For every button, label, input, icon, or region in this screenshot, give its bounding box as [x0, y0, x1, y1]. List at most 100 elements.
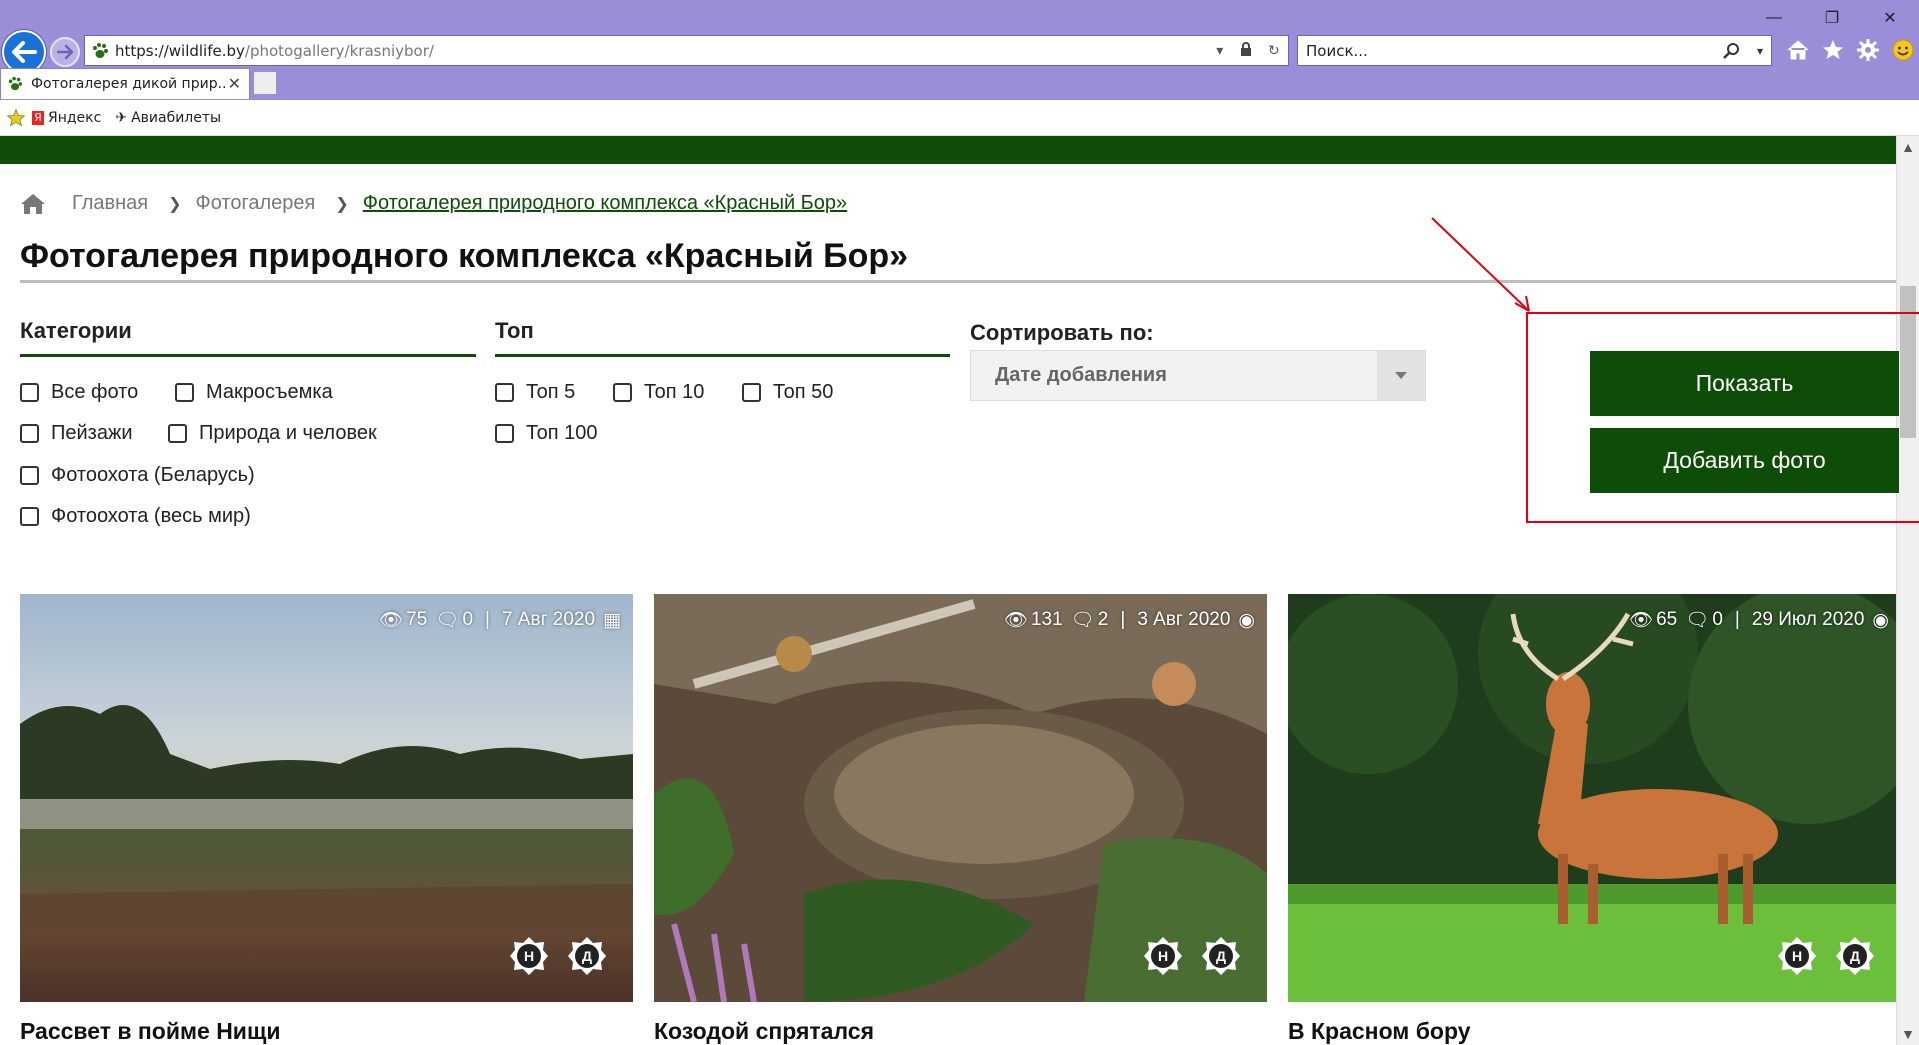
home-toolbar-icon[interactable] — [1785, 36, 1811, 64]
checkbox-label: Фотоохота (Беларусь) — [51, 464, 255, 486]
favorite-label: Авиабилеты — [131, 109, 222, 126]
checkbox-icon[interactable] — [495, 424, 514, 443]
checkbox-icon[interactable] — [20, 383, 39, 402]
sort-selected-value: Дате добавления — [995, 364, 1167, 386]
checkbox-icon[interactable] — [20, 507, 39, 526]
annotation-arrow — [1431, 217, 1530, 312]
add-photo-button[interactable]: Добавить фото — [1590, 428, 1899, 493]
badge-n-icon[interactable]: Н — [509, 936, 549, 976]
home-icon[interactable] — [20, 193, 46, 215]
checkbox-hunt-belarus[interactable]: Фотоохота (Беларусь) — [20, 464, 255, 487]
checkbox-top5[interactable]: Топ 5 — [495, 381, 575, 404]
badge-d-icon[interactable]: Д — [567, 936, 607, 976]
camera-icon: ◉ — [1872, 609, 1889, 631]
smiley-feedback-icon[interactable] — [1890, 36, 1916, 64]
checkbox-label: Пейзажи — [51, 422, 133, 444]
checkbox-label: Топ 50 — [773, 381, 834, 403]
checkbox-hunt-world[interactable]: Фотоохота (весь мир) — [20, 505, 251, 528]
comments-count: 0 — [1712, 609, 1723, 630]
photo-card-2[interactable]: 👁 131 🗨 2 | 3 Авг 2020 ◉ Н Д — [654, 594, 1267, 1002]
arrow-right-icon — [57, 45, 73, 59]
dropdown-icon[interactable]: ▾ — [1216, 42, 1223, 59]
checkbox-macro[interactable]: Макросъемка — [175, 381, 333, 404]
chevron-right-icon: ❯ — [335, 195, 349, 213]
address-bar[interactable]: https://wildlife.by/photogallery/krasniy… — [84, 35, 1289, 66]
search-dropdown-icon[interactable]: ▾ — [1757, 44, 1763, 58]
favorite-label: Яндекс — [48, 109, 102, 126]
checkbox-top100[interactable]: Топ 100 — [495, 422, 598, 445]
photo-badges: Н Д — [509, 936, 607, 976]
paw-tab-icon — [8, 76, 23, 91]
tab-close-icon[interactable]: ✕ — [228, 74, 249, 94]
breadcrumb-gallery[interactable]: Фотогалерея — [196, 192, 316, 215]
checkbox-landscapes[interactable]: Пейзажи — [20, 422, 133, 445]
scroll-down-icon[interactable]: ▼ — [1897, 1023, 1919, 1045]
browser-search-box[interactable]: Поиск... ▾ — [1297, 35, 1772, 66]
settings-gear-icon[interactable] — [1855, 36, 1881, 64]
favorite-link-avia[interactable]: ✈ Авиабилеты — [115, 110, 221, 126]
photo-meta: 👁 75 🗨 0 | 7 Авг 2020 ▦ — [379, 609, 621, 631]
checkbox-icon[interactable] — [20, 466, 39, 485]
scrollbar-thumb[interactable] — [1900, 286, 1916, 438]
favorites-bar: Я Яндекс ✈ Авиабилеты — [0, 100, 1919, 136]
sort-label: Сортировать по: — [970, 320, 1154, 345]
forward-button[interactable] — [50, 37, 80, 67]
checkbox-icon[interactable] — [613, 383, 632, 402]
photo-date: 7 Авг 2020 — [501, 609, 596, 630]
tab-title: Фотогалерея дикой прир... — [31, 76, 228, 92]
checkbox-label: Макросъемка — [206, 381, 333, 403]
scroll-up-icon[interactable]: ▲ — [1897, 136, 1919, 158]
page-title: Фотогалерея природного комплекса «Красны… — [20, 237, 909, 275]
photo-meta: 👁 65 🗨 0 | 29 Июл 2020 ◉ — [1628, 609, 1889, 631]
checkbox-nature-human[interactable]: Природа и человек — [168, 422, 377, 445]
badge-d-letter: Д — [1216, 948, 1226, 964]
close-window-icon[interactable]: ✕ — [1861, 6, 1919, 30]
search-controls: ▾ — [1715, 42, 1771, 60]
sort-select[interactable]: Дате добавления — [970, 350, 1426, 401]
refresh-icon[interactable]: ↻ — [1268, 42, 1280, 59]
checkbox-icon[interactable] — [742, 383, 761, 402]
views-count: 75 — [406, 609, 428, 630]
add-favorite-star-icon[interactable] — [6, 108, 26, 128]
photo-title-2[interactable]: Козодой спрятался — [654, 1018, 874, 1045]
badge-d-icon[interactable]: Д — [1835, 936, 1875, 976]
checkbox-top50[interactable]: Топ 50 — [742, 381, 833, 404]
breadcrumb-current[interactable]: Фотогалерея природного комплекса «Красны… — [363, 192, 847, 215]
search-icon[interactable] — [1723, 42, 1741, 60]
checkbox-icon[interactable] — [175, 383, 194, 402]
checkbox-label: Все фото — [51, 381, 139, 403]
checkbox-top10[interactable]: Топ 10 — [613, 381, 704, 404]
browser-tab-active[interactable]: Фотогалерея дикой прир... ✕ — [0, 68, 250, 99]
breadcrumb: Главная ❯ Фотогалерея ❯ Фотогалерея прир… — [20, 192, 847, 215]
eye-icon: 👁 — [379, 610, 404, 631]
checkbox-label: Фотоохота (весь мир) — [51, 505, 251, 527]
eye-icon: 👁 — [1628, 610, 1654, 631]
checkbox-icon[interactable] — [495, 383, 514, 402]
categories-heading: Категории — [20, 318, 476, 357]
show-button[interactable]: Показать — [1590, 351, 1899, 416]
checkbox-icon[interactable] — [20, 424, 39, 443]
photo-title-3[interactable]: В Красном бору — [1288, 1018, 1471, 1045]
photo-title-1[interactable]: Рассвет в пойме Нищи — [20, 1018, 281, 1045]
favorite-link-yandex[interactable]: Я Яндекс — [32, 110, 101, 126]
chevron-down-icon[interactable] — [1377, 351, 1425, 400]
photo-card-1[interactable]: 👁 75 🗨 0 | 7 Авг 2020 ▦ Н Д — [20, 594, 633, 1002]
badge-n-icon[interactable]: Н — [1143, 936, 1183, 976]
photo-card-3[interactable]: 👁 65 🗨 0 | 29 Июл 2020 ◉ Н Д — [1288, 594, 1901, 1002]
views-count: 131 — [1030, 609, 1063, 630]
search-placeholder: Поиск... — [1306, 41, 1368, 60]
badge-n-letter: Н — [1792, 948, 1802, 964]
breadcrumb-home[interactable]: Главная — [72, 192, 148, 215]
paw-favicon-icon — [85, 42, 115, 60]
checkbox-all-photos[interactable]: Все фото — [20, 381, 138, 404]
badge-n-icon[interactable]: Н — [1777, 936, 1817, 976]
lock-icon[interactable] — [1240, 41, 1252, 60]
url-path: /photogallery/krasniybor/ — [244, 41, 434, 60]
restore-icon[interactable]: ❐ — [1803, 6, 1861, 30]
badge-n-letter: Н — [1158, 948, 1168, 964]
minimize-icon[interactable]: — — [1745, 6, 1803, 30]
new-tab-button[interactable] — [253, 71, 277, 95]
checkbox-icon[interactable] — [168, 424, 187, 443]
badge-d-icon[interactable]: Д — [1201, 936, 1241, 976]
favorites-star-icon[interactable] — [1820, 36, 1846, 64]
